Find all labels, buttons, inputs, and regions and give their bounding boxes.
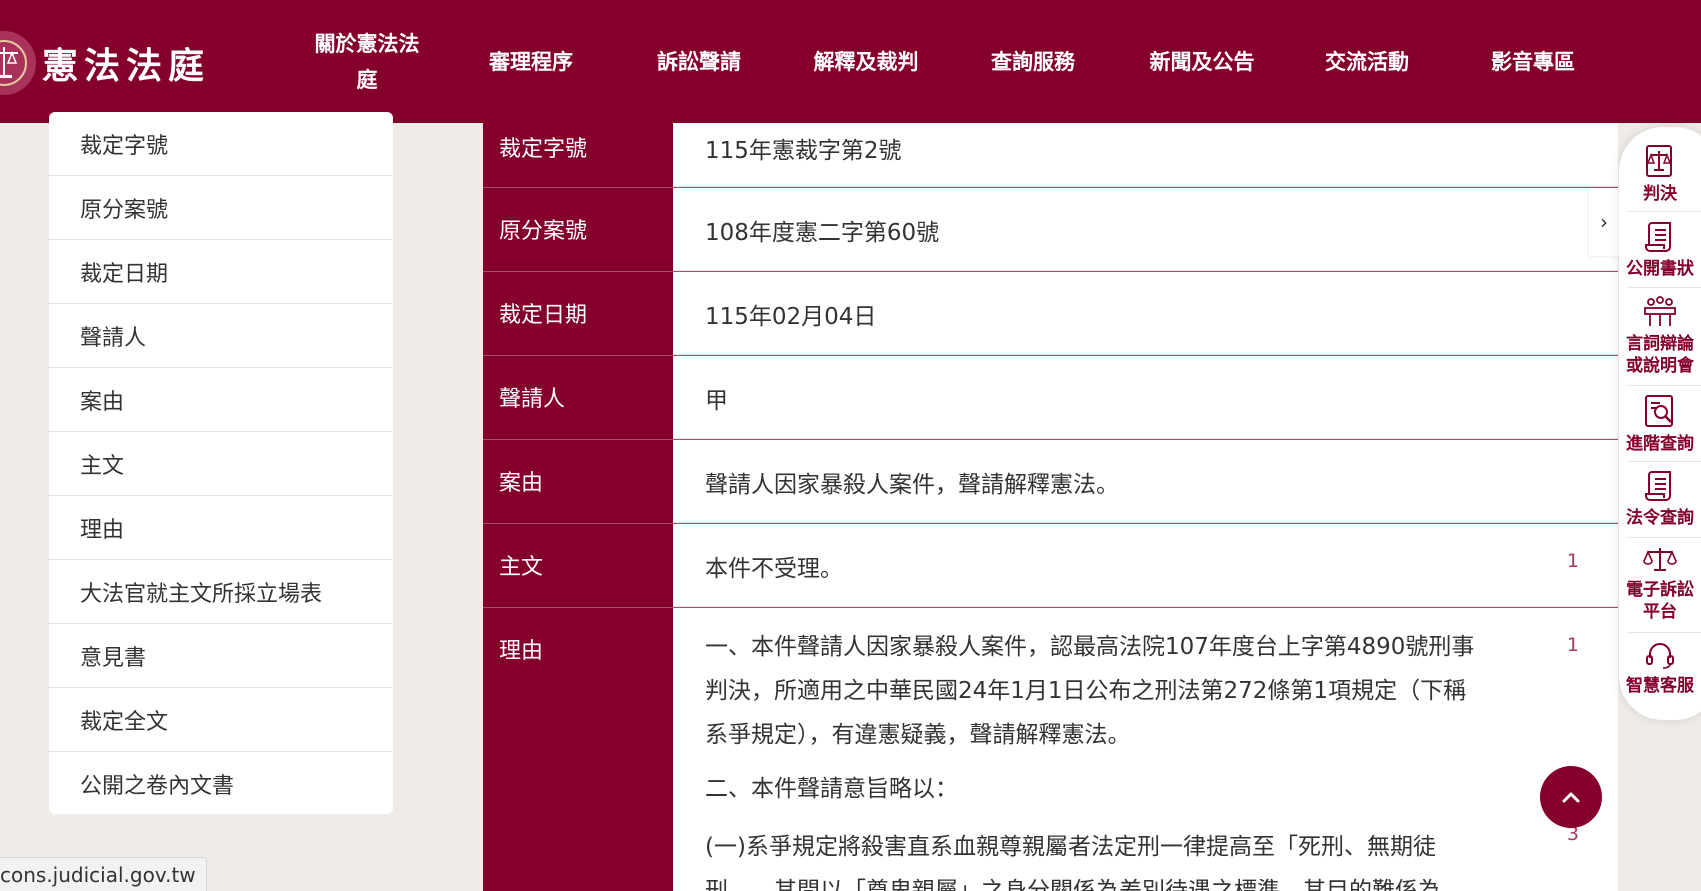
divider — [1627, 211, 1701, 212]
quick-link-label: 公開書狀 — [1626, 259, 1694, 279]
quick-links-panel: 判決 公開書狀 言詞辯論 或說明會 進階查詢 法令查詢 電子訴訟 平台 智慧客服 — [1619, 127, 1701, 720]
paragraph-number: 1 — [1566, 634, 1579, 656]
sidebar-item-full-ruling[interactable]: 裁定全文 — [49, 688, 393, 752]
divider — [1627, 287, 1701, 288]
quick-link-judgments[interactable]: 判決 — [1619, 143, 1701, 205]
row-label: 裁定字號 — [483, 123, 673, 187]
logo-text: 憲法法庭 — [42, 45, 211, 87]
nav-media[interactable]: 影音專區 — [1478, 44, 1588, 80]
reasons-value: 一、本件聲請人因家暴殺人案件，認最高法院107年度台上字第4890號刑事 判決，… — [673, 608, 1618, 891]
quick-link-label: 法令查詢 — [1626, 508, 1694, 528]
sidebar-item-public-documents[interactable]: 公開之卷內文書 — [49, 752, 393, 816]
nav-about-line2: 庭 — [356, 68, 378, 92]
divider — [1627, 537, 1701, 538]
row-label: 理由 — [483, 608, 673, 891]
quick-link-label-line1: 電子訴訟 — [1626, 580, 1694, 600]
quick-link-label: 進階查詢 — [1626, 434, 1694, 454]
reason-line: (一)系爭規定將殺害直系血親尊親屬者法定刑一律提高至「死刑、無期徒 — [705, 834, 1436, 860]
nav-news[interactable]: 新聞及公告 — [1136, 44, 1268, 80]
row-value: 聲請人因家暴殺人案件，聲請解釋憲法。 — [673, 440, 1618, 523]
row-value: 115年02月04日 — [673, 272, 1618, 355]
law-scroll-icon — [1645, 471, 1671, 501]
divider — [1627, 461, 1701, 462]
chevron-right-icon: › — [1600, 210, 1608, 234]
reason-paragraph-3: (一)系爭規定將殺害直系血親尊親屬者法定刑一律提高至「死刑、無期徒 刑……其問以… — [705, 825, 1535, 891]
row-label: 聲請人 — [483, 356, 673, 439]
judgment-scales-icon — [1646, 145, 1672, 177]
reason-line: 刑……其問以「尊卑親屬」之身分關係為差別待遇之標準，其目的難係為 — [705, 878, 1441, 891]
e-litigation-scales-icon — [1643, 548, 1677, 571]
row-value: 115年憲裁字第2號 — [673, 123, 1618, 187]
site-logo[interactable]: 憲法法庭 — [0, 28, 210, 98]
quick-link-advanced-search[interactable]: 進階查詢 — [1619, 393, 1701, 455]
quick-link-label-line2: 平台 — [1643, 602, 1677, 622]
quick-link-e-litigation[interactable]: 電子訴訟 平台 — [1619, 545, 1701, 623]
chevron-up-icon — [1562, 792, 1580, 803]
nav-about-line1: 關於憲法法 — [314, 32, 420, 56]
sidebar-item-opinions[interactable]: 意見書 — [49, 624, 393, 688]
table-row: 理由 一、本件聲請人因家暴殺人案件，認最高法院107年度台上字第4890號刑事 … — [483, 607, 1618, 891]
nav-review-procedure[interactable]: 審理程序 — [476, 44, 586, 80]
row-label: 原分案號 — [483, 188, 673, 271]
divider — [1627, 632, 1701, 633]
quick-link-label: 判決 — [1643, 184, 1677, 204]
sidebar-item-case-cause[interactable]: 案由 — [49, 368, 393, 432]
quick-link-law-search[interactable]: 法令查詢 — [1619, 469, 1701, 529]
ruling-detail-table: 裁定字號 115年憲裁字第2號 原分案號 108年度憲二字第60號 裁定日期 1… — [483, 123, 1618, 891]
nav-litigation-petition[interactable]: 訴訟聲請 — [644, 44, 754, 80]
sidebar-item-reasons[interactable]: 理由 — [49, 496, 393, 560]
table-row: 案由 聲請人因家暴殺人案件，聲請解釋憲法。 — [483, 439, 1618, 523]
back-to-top-button[interactable] — [1540, 766, 1602, 828]
section-sidebar: 裁定字號 原分案號 裁定日期 聲請人 案由 主文 理由 大法官就主文所採立場表 … — [49, 112, 393, 814]
reason-line: 一、本件聲請人因家暴殺人案件，認最高法院107年度台上字第4890號刑事 — [705, 634, 1475, 660]
reason-line: 判決，所適用之中華民國24年1月1日公布之刑法第272條第1項規定（下稱 — [705, 678, 1467, 704]
sidebar-item-original-case-number[interactable]: 原分案號 — [49, 176, 393, 240]
sidebar-item-justices-position-table[interactable]: 大法官就主文所採立場表 — [49, 560, 393, 624]
table-row: 裁定日期 115年02月04日 — [483, 271, 1618, 355]
quick-link-public-filings[interactable]: 公開書狀 — [1619, 220, 1701, 280]
advanced-search-icon — [1645, 395, 1673, 427]
sidebar-item-petitioner[interactable]: 聲請人 — [49, 304, 393, 368]
scroll-document-icon — [1645, 222, 1671, 252]
main-text-value: 本件不受理。 — [705, 556, 843, 582]
row-label: 主文 — [483, 524, 673, 607]
row-value: 本件不受理。 1 — [673, 524, 1618, 607]
row-label: 案由 — [483, 440, 673, 523]
court-seal-icon — [0, 31, 36, 95]
panel-toggle-button[interactable]: › — [1589, 188, 1619, 256]
sidebar-item-ruling-number[interactable]: 裁定字號 — [49, 112, 393, 176]
sidebar-item-main-text[interactable]: 主文 — [49, 432, 393, 496]
sidebar-item-ruling-date[interactable]: 裁定日期 — [49, 240, 393, 304]
paragraph-number: 1 — [1566, 550, 1579, 572]
quick-link-label: 智慧客服 — [1626, 676, 1694, 696]
quick-link-label-line1: 言詞辯論 — [1626, 334, 1694, 354]
row-value: 甲 — [673, 356, 1618, 439]
quick-link-label-line2: 或說明會 — [1626, 356, 1694, 376]
nav-interpretations[interactable]: 解釋及裁判 — [800, 44, 932, 80]
nav-query-services[interactable]: 查詢服務 — [978, 44, 1088, 80]
table-row: 聲請人 甲 — [483, 355, 1618, 439]
nav-about[interactable]: 關於憲法法 庭 — [302, 26, 432, 98]
site-header: 憲法法庭 關於憲法法 庭 審理程序 訴訟聲請 解釋及裁判 查詢服務 新聞及公告 … — [0, 0, 1701, 123]
row-label: 裁定日期 — [483, 272, 673, 355]
court-hearing-icon — [1644, 296, 1676, 326]
reason-paragraph-2: 二、本件聲請意旨略以： — [705, 776, 958, 802]
row-value: 108年度憲二字第60號 — [673, 188, 1618, 271]
table-row: 主文 本件不受理。 1 — [483, 523, 1618, 607]
headset-icon — [1646, 643, 1674, 669]
reason-paragraph-1: 一、本件聲請人因家暴殺人案件，認最高法院107年度台上字第4890號刑事 判決，… — [705, 625, 1535, 757]
quick-link-oral-arguments[interactable]: 言詞辯論 或說明會 — [1619, 295, 1701, 377]
status-bar-url: cons.judicial.gov.tw — [0, 857, 207, 891]
quick-link-smart-service[interactable]: 智慧客服 — [1619, 641, 1701, 697]
header-tab-extension — [208, 112, 1701, 123]
reason-line: 系爭規定），有違憲疑義，聲請解釋憲法。 — [705, 722, 1131, 748]
nav-exchange[interactable]: 交流活動 — [1312, 44, 1422, 80]
table-row: 裁定字號 115年憲裁字第2號 — [483, 123, 1618, 187]
table-row: 原分案號 108年度憲二字第60號 — [483, 187, 1618, 271]
divider — [1627, 385, 1701, 386]
